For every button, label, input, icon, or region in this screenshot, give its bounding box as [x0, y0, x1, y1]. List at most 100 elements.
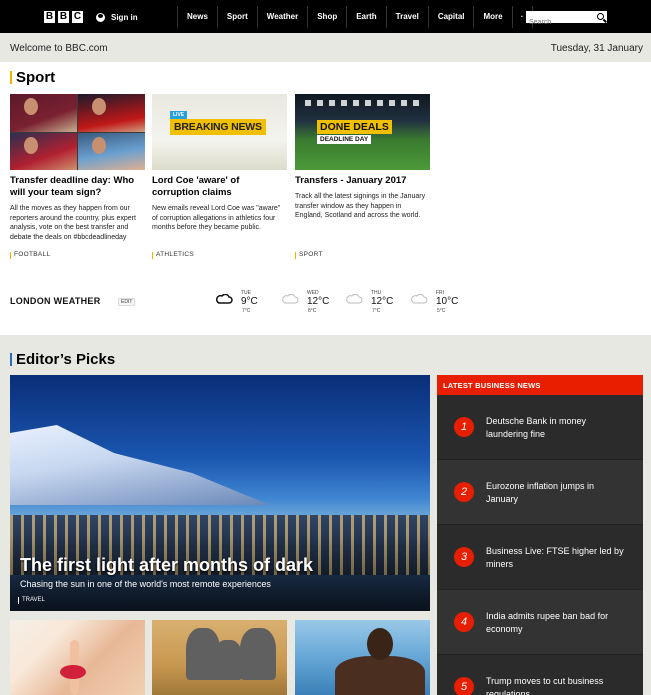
player-face — [92, 136, 106, 154]
top-nav-bar: B B C Sign in News Sport Weather Shop Ea… — [0, 0, 651, 33]
editors-picks-hero[interactable]: The first light after months of dark Cha… — [10, 375, 430, 611]
item-headline[interactable]: India admits rupee ban bad for economy — [486, 610, 626, 636]
business-news-item[interactable]: 3 Business Live: FTSE higher led by mine… — [437, 525, 643, 590]
sport-card-lord-coe[interactable]: LIVE BREAKING NEWS Lord Coe 'aware' of c… — [152, 94, 287, 264]
lips-shape — [60, 665, 86, 679]
nav-item-capital[interactable]: Capital — [429, 6, 475, 28]
business-news-item[interactable]: 2 Eurozone inflation jumps in January — [437, 460, 643, 525]
bbc-logo[interactable]: B B C — [44, 11, 83, 23]
weather-high-temp: 12°C — [371, 296, 394, 307]
weather-low-temp: 7°C — [242, 308, 251, 314]
sport-card-headline[interactable]: Transfer deadline day: Who will your tea… — [10, 175, 145, 199]
live-badge: LIVE — [170, 111, 188, 119]
elephant-shape — [214, 640, 242, 680]
logo-letter: C — [72, 11, 83, 23]
item-number: 3 — [454, 547, 474, 567]
player-photo — [78, 132, 145, 170]
page: B B C Sign in News Sport Weather Shop Ea… — [0, 0, 651, 695]
swimmer-head — [367, 628, 393, 660]
sign-in-label: Sign in — [111, 13, 138, 22]
nav-item-weather[interactable]: Weather — [258, 6, 309, 28]
weather-strip: LONDON WEATHER EDIT TUE 9°C 7°C WED 12°C… — [0, 282, 651, 322]
sport-card-headline[interactable]: Lord Coe 'aware' of corruption claims — [152, 175, 287, 199]
pick-thumbnail-elephants[interactable] — [152, 620, 287, 695]
weather-high-temp: 12°C — [307, 296, 330, 307]
cloud-icon — [346, 294, 363, 304]
weather-day-thu[interactable]: THU 12°C 7°C — [345, 290, 405, 318]
player-face — [92, 98, 106, 115]
sport-card-tag-athletics[interactable]: ATHLETICS — [152, 251, 194, 259]
item-headline[interactable]: Business Live: FTSE higher led by miners — [486, 545, 626, 571]
nav-item-earth[interactable]: Earth — [347, 6, 387, 28]
player-face — [24, 136, 38, 154]
stadium-lights — [305, 100, 420, 106]
search-box — [526, 11, 607, 29]
weather-high-temp: 10°C — [436, 296, 459, 307]
sport-card-transfer-deadline[interactable]: Transfer deadline day: Who will your tea… — [10, 94, 145, 264]
item-number: 5 — [454, 677, 474, 695]
player-photo — [78, 94, 145, 132]
pick-thumbnail-secret[interactable] — [10, 620, 145, 695]
item-number: 1 — [454, 417, 474, 437]
business-news-header[interactable]: LATEST BUSINESS NEWS — [437, 375, 643, 395]
business-news-item[interactable]: 1 Deutsche Bank in money laundering fine — [437, 395, 643, 460]
hero-mountain — [10, 425, 270, 505]
weather-edit-button[interactable]: EDIT — [118, 298, 136, 306]
weather-high-temp: 9°C — [241, 296, 258, 307]
item-headline[interactable]: Deutsche Bank in money laundering fine — [486, 415, 626, 441]
sport-card-summary: New emails reveal Lord Coe was "aware" o… — [152, 205, 281, 231]
nav-item-sport[interactable]: Sport — [218, 6, 258, 28]
swimmer-body — [335, 656, 425, 695]
cloud-icon — [282, 294, 299, 304]
player-photo — [10, 94, 77, 132]
nav-item-shop[interactable]: Shop — [308, 6, 348, 28]
logo-letter: B — [58, 11, 69, 23]
item-headline[interactable]: Eurozone inflation jumps in January — [486, 480, 626, 506]
search-input[interactable] — [526, 16, 592, 29]
business-news-item[interactable]: 5 Trump moves to cut business regulation… — [437, 655, 643, 695]
sport-card-headline[interactable]: Transfers - January 2017 — [295, 175, 430, 187]
sport-card-image-breaking-news[interactable]: LIVE BREAKING NEWS — [152, 94, 287, 170]
deadline-day-label: DEADLINE DAY — [317, 135, 372, 144]
latest-business-news: LATEST BUSINESS NEWS 1 Deutsche Bank in … — [437, 375, 643, 695]
hero-tag-travel[interactable]: TRAVEL — [18, 597, 45, 604]
player-face — [24, 98, 38, 115]
nav-item-more[interactable]: More — [474, 6, 513, 28]
sport-card-tag-sport[interactable]: SPORT — [295, 251, 323, 259]
pick-thumbnail-swimmer[interactable] — [295, 620, 430, 695]
player-photo — [10, 132, 77, 170]
item-headline[interactable]: Trump moves to cut business regulations — [486, 675, 626, 695]
sport-card-image-players[interactable] — [10, 94, 145, 170]
current-date: Tuesday, 31 January — [550, 43, 643, 54]
business-news-item[interactable]: 4 India admits rupee ban bad for economy — [437, 590, 643, 655]
cloud-icon — [215, 294, 233, 304]
weather-day-fri[interactable]: FRI 10°C 5°C — [410, 290, 470, 318]
item-number: 2 — [454, 482, 474, 502]
weather-low-temp: 7°C — [372, 308, 381, 314]
hero-headline[interactable]: The first light after months of dark — [20, 555, 313, 576]
main-nav: News Sport Weather Shop Earth Travel Cap… — [177, 6, 533, 28]
nav-item-travel[interactable]: Travel — [387, 6, 429, 28]
sign-in-link[interactable]: Sign in — [96, 13, 138, 22]
weather-day-tue[interactable]: TUE 9°C 7°C — [215, 290, 275, 318]
sport-card-summary: Track all the latest signings in the Jan… — [295, 193, 426, 219]
done-deals-banner: DONE DEALS — [317, 120, 392, 134]
logo-letter: B — [44, 11, 55, 23]
sport-card-transfers-january[interactable]: DONE DEALS DEADLINE DAY Transfers - Janu… — [295, 94, 430, 264]
cloud-icon — [411, 294, 428, 304]
search-icon[interactable] — [597, 13, 604, 20]
welcome-message: Welcome to BBC.com — [10, 43, 108, 54]
welcome-bar: Welcome to BBC.com Tuesday, 31 January — [0, 33, 651, 62]
weather-location-label[interactable]: LONDON WEATHER — [10, 296, 101, 306]
editors-picks-title[interactable]: Editor’s Picks — [10, 351, 115, 368]
nav-item-news[interactable]: News — [178, 6, 218, 28]
user-icon — [96, 13, 105, 22]
weather-day-wed[interactable]: WED 12°C 8°C — [281, 290, 341, 318]
sport-card-image-done-deals[interactable]: DONE DEALS DEADLINE DAY — [295, 94, 430, 170]
sport-section-title[interactable]: Sport — [10, 69, 55, 86]
sport-card-summary: All the moves as they happen from our re… — [10, 205, 136, 241]
item-number: 4 — [454, 612, 474, 632]
hero-summary: Chasing the sun in one of the world's mo… — [20, 579, 271, 589]
sport-card-tag-football[interactable]: FOOTBALL — [10, 251, 50, 259]
elephant-shape — [240, 628, 276, 680]
